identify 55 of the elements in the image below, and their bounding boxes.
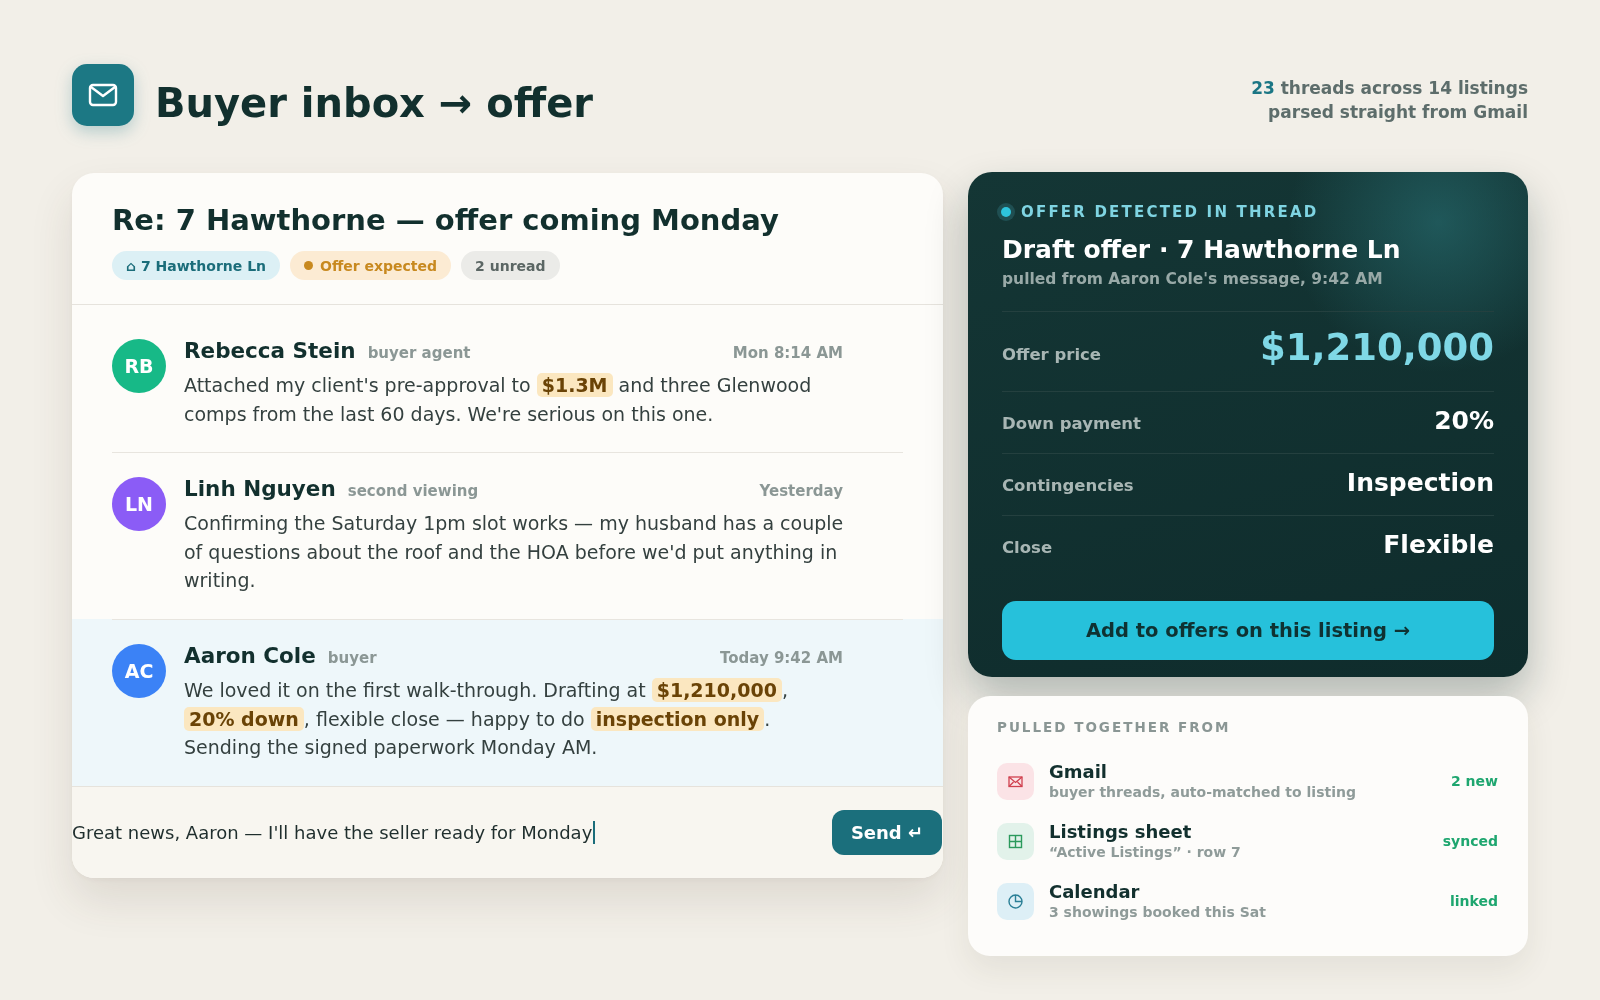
term-label: Offer price xyxy=(1002,344,1102,366)
sender-role: buyer xyxy=(327,647,377,669)
avatar: LN xyxy=(112,477,166,532)
source-detail: “Active Listings” · row 7 xyxy=(1049,843,1242,861)
message-text: Confirming the Saturday 1pm slot works — my husband has a couple of questions about the roof and the HOA before we'd put anything in writing. xyxy=(184,511,845,594)
message-text: Attached my client's pre-approval to $1.3M and three Glenwood comps from the last 60 days. We're serious on this one. xyxy=(184,372,813,427)
avatar: RB xyxy=(112,339,166,393)
thread-subject: Re: 7 Hawthorne — offer coming Monday xyxy=(112,202,780,239)
page-title: Buyer inbox → offer xyxy=(155,79,594,127)
term-value: 20% xyxy=(1434,406,1494,436)
envelope-icon xyxy=(997,762,1034,800)
price-value: $1,210,000 xyxy=(1259,326,1494,370)
add-offer-button[interactable]: Add to offers on this listing → xyxy=(1002,601,1494,660)
source-name: Listings sheet xyxy=(1049,821,1193,843)
reply-field[interactable]: Great news, Aaron — I'll have the seller ready for Monday xyxy=(72,812,832,853)
source-status: 2 new xyxy=(1451,773,1498,789)
unread-count: 2 unread xyxy=(461,251,560,280)
status-dot-icon xyxy=(997,203,1015,221)
offer-title: Draft offer · 7 Hawthorne Ln xyxy=(1002,234,1402,266)
avatar: AC xyxy=(112,643,166,698)
envelope-icon xyxy=(72,64,134,126)
section-heading: PULLED TOGETHER FROM xyxy=(997,718,1232,736)
clock-icon xyxy=(997,882,1034,920)
message-time: Yesterday xyxy=(759,481,843,503)
message-time: Mon 8:14 AM xyxy=(732,343,843,364)
source-status: synced xyxy=(1442,833,1498,849)
summary-text: parsed straight from Gmail xyxy=(1267,101,1528,124)
dot-icon xyxy=(304,261,313,270)
term-label: Down payment xyxy=(1002,413,1141,435)
send-button[interactable]: Send ↵ xyxy=(832,810,942,855)
status-label: Offer expected xyxy=(320,257,438,274)
message-item[interactable]: RB Rebecca Stein buyer agent Mon 8:14 AM Attached my client's pre-approval to $1.3M and three Glenwood comps from the last 60 days. We're serious on this one. xyxy=(72,315,943,453)
offer-subtitle: pulled from Aaron Cole's message, 9:42 AM xyxy=(1002,269,1384,289)
message-text: We loved it on the first walk-through. Drafting at $1,210,000, 20% down, flexible close — happy to do inspection only. Sending the signed paperwork Monday AM. xyxy=(184,676,789,761)
term-label: Contingencies xyxy=(1002,475,1134,497)
source-name: Gmail xyxy=(1049,761,1109,783)
source-status: linked xyxy=(1450,893,1498,909)
source-detail: buyer threads, auto-matched to listing xyxy=(1049,783,1357,801)
source-detail: 3 showings booked this Sat xyxy=(1049,903,1267,921)
term-value: Inspection xyxy=(1346,468,1494,498)
sender-name: Aaron Cole xyxy=(184,643,316,668)
source-name: Calendar xyxy=(1049,881,1141,903)
sender-name: Linh Nguyen xyxy=(184,477,336,502)
sender-name: Rebecca Stein xyxy=(184,339,356,363)
eyebrow-label: OFFER DETECTED IN THREAD xyxy=(1021,203,1319,221)
term-label: Close xyxy=(1002,537,1053,559)
summary-text: 23 threads across 14 listings xyxy=(1251,77,1528,100)
message-item[interactable]: AC Aaron Cole buyer Today 9:42 AM We loved it on the first walk-through. Drafting at $1,210,000, 20% down, flexible close — happy to do inspection only. Sending the signed paperwork Monday AM. xyxy=(72,618,943,786)
grid-icon xyxy=(997,822,1034,860)
sender-role: buyer agent xyxy=(367,343,471,364)
listing-tag: ⌂ 7 Hawthorne Ln xyxy=(112,251,280,280)
message-item[interactable]: LN Linh Nguyen second viewing Yesterday Confirming the Saturday 1pm slot works — my husband has a couple of questions about the roof and the HOA before we'd put anything in writing. xyxy=(72,452,943,619)
term-value: Flexible xyxy=(1383,530,1494,560)
sender-role: second viewing xyxy=(347,481,479,503)
message-time: Today 9:42 AM xyxy=(720,647,843,669)
